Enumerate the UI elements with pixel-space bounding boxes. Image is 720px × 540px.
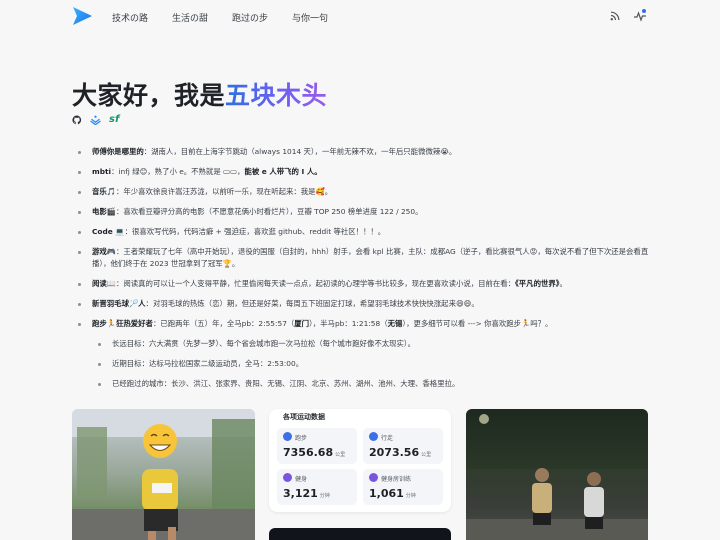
stat-running[interactable]: 跑步 7356.68 公里 [277,428,357,464]
nav-link-running[interactable]: 跑过の步 [232,11,268,24]
running-goal-item: 近期目标：达标马拉松国家二级运动员，全马：2:53:00。 [78,358,658,370]
list-item: 阅读📖：阅读真的可以让一个人变得平静，忙里偷闲每天读一点点，起初读的心理学等书比… [78,278,658,290]
list-item: 新晋羽毛球🏸人：对羽毛球的热炼（恋）期，但还是好菜，每周五下班固定打球，希望羽毛… [78,298,658,310]
top-nav: 技术の路 生活の甜 跑过の步 与你一句 [0,0,720,34]
list-item: 电影🎬：喜欢看豆瓣评分高的电影（不愿意花俩小时看烂片），豆瓣 TOP 250 榜… [78,206,658,218]
list-item: 跑步🏃狂热爱好者：已跑两年（五）年，全马pb：2:55:57（厦门），半马pb：… [78,318,658,330]
list-item: 师傅你是哪里的：湖南人，目前在上海字节跳动（always 1014 天），一年前… [78,146,658,158]
running-photo[interactable] [72,409,255,540]
walking-icon [369,432,378,441]
nav-link-words[interactable]: 与你一句 [292,11,328,24]
dark-preview-card[interactable] [269,528,451,540]
title-name: 五块木头 [225,81,328,110]
title-prefix: 大家好，我是 [72,81,226,110]
nav-link-life[interactable]: 生活の甜 [172,11,208,24]
intro-list: 师傅你是哪里的：湖南人，目前在上海字节跳动（always 1014 天），一年前… [78,146,658,398]
nav-link-tech[interactable]: 技术の路 [112,11,148,24]
page-title: 大家好，我是五块木头 [72,76,327,112]
list-item: 游戏🎮：王者荣耀玩了七年（高中开始玩），退役的国服（自封的，hhh）射手，会看 … [78,246,658,270]
list-item: Code 💻：很喜欢写代码，代码洁癖 + 强迫症，喜欢逛 github、redd… [78,226,658,238]
sports-stats-card: 各项运动数据 跑步 7356.68 公里 行走 2073.56 公里 健身 3,12… [269,409,451,512]
running-goal-item: 长远目标：六大满贯（先梦一梦）、每个省会城市跑一次马拉松（每个城市跑好像不太现实… [78,338,658,350]
list-item: 音乐🎵：年少喜欢徐良许嵩汪苏泷，以前听一乐，现在听起来：我是🥰。 [78,186,658,198]
list-item: mbti：infj 绿😊，熟了小 e。不熟就是 ▭▭，能被 e 人带飞的 I 人… [78,166,658,178]
night-running-photo[interactable] [466,409,648,540]
stat-gym[interactable]: 健身房训练 1,061 分钟 [363,469,443,505]
github-icon[interactable] [72,114,82,125]
juejin-icon[interactable] [90,115,101,125]
segmentfault-icon[interactable]: sf [109,114,119,125]
stats-title: 各项运动数据 [283,413,325,421]
gym-icon [369,473,378,482]
stat-fitness[interactable]: 健身 3,121 分钟 [277,469,357,505]
stat-walking[interactable]: 行走 2073.56 公里 [363,428,443,464]
running-goal-item: 已经跑过的城市：长沙、洪江、张家界、贵阳、无锡、江阴、北京、苏州、湖州、池州、大… [78,378,658,390]
running-icon [283,432,292,441]
logo-icon[interactable] [72,7,92,25]
social-links: sf [72,114,119,125]
book-link[interactable]: 《平凡的世界》 [515,279,559,288]
notification-dot [642,9,646,13]
fitness-icon [283,473,292,482]
rss-icon[interactable] [610,11,620,21]
